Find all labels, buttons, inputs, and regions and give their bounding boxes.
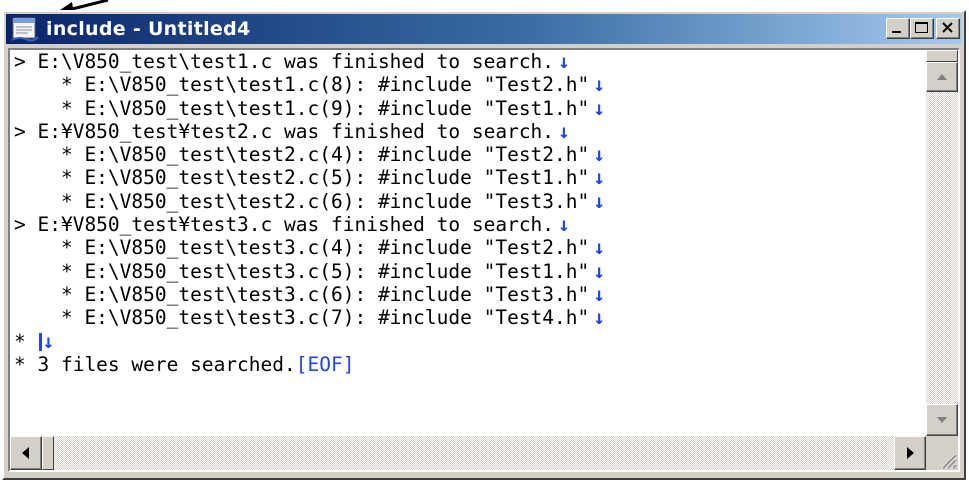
title-bar[interactable]: include - Untitled4 [6, 14, 962, 44]
resize-grip[interactable] [926, 436, 958, 470]
output-line: * 3 files were searched.[EOF] [14, 352, 355, 376]
newline-icon: ↓ [593, 166, 606, 190]
output-line: * E:\V850_test\test2.c(4): #include "Tes… [14, 143, 606, 167]
arrow-right-icon [907, 447, 914, 459]
search-output-text[interactable]: > E:\V850_test\test1.c was finished to s… [10, 50, 926, 436]
newline-icon: ↓ [558, 119, 570, 143]
output-pane: > E:\V850_test\test1.c was finished to s… [8, 48, 960, 472]
close-icon [942, 22, 953, 33]
newline-icon: ↓ [593, 96, 606, 120]
newline-icon: ↓ [558, 50, 570, 73]
newline-icon: ↓ [593, 282, 606, 306]
include-window: include - Untitled4 > E:\V850_test\test1… [2, 10, 966, 480]
newline-icon: ↓ [593, 306, 606, 330]
scroll-right-button[interactable] [894, 436, 926, 470]
vertical-scroll-thumb[interactable] [926, 50, 958, 62]
horizontal-scroll-thumb[interactable] [42, 436, 54, 470]
output-line: * ↓ [14, 329, 55, 353]
newline-icon: ↓ [593, 259, 606, 283]
output-line: * E:\V850_test\test3.c(6): #include "Tes… [14, 282, 606, 306]
output-line: > E:¥V850_test¥test2.c was finished to s… [14, 119, 570, 143]
newline-icon: ↓ [593, 189, 606, 213]
output-line: * E:\V850_test\test3.c(5): #include "Tes… [14, 259, 606, 283]
scroll-down-button[interactable] [926, 404, 958, 436]
maximize-icon [915, 22, 928, 33]
output-line: * E:\V850_test\test2.c(6): #include "Tes… [14, 189, 606, 213]
resize-grip-icon [941, 453, 957, 469]
notepad-app-icon[interactable] [10, 16, 40, 42]
minimize-button[interactable] [886, 18, 910, 39]
window-controls [886, 18, 960, 39]
output-line: > E:¥V850_test¥test3.c was finished to s… [14, 213, 570, 237]
minimize-icon [892, 31, 901, 33]
newline-icon: ↓ [593, 143, 606, 167]
output-line: * E:\V850_test\test3.c(4): #include "Tes… [14, 236, 606, 260]
window-title: include - Untitled4 [46, 18, 251, 40]
newline-icon: ↓ [593, 73, 606, 97]
output-line: * E:\V850_test\test3.c(7): #include "Tes… [14, 306, 606, 330]
scroll-left-button[interactable] [10, 436, 42, 470]
vertical-scrollbar[interactable] [926, 50, 958, 436]
scroll-up-button[interactable] [926, 62, 958, 92]
close-button[interactable] [936, 18, 960, 39]
output-line: * E:\V850_test\test2.c(5): #include "Tes… [14, 166, 606, 190]
output-line: * E:\V850_test\test1.c(9): #include "Tes… [14, 96, 606, 120]
arrow-down-icon [937, 417, 947, 423]
eof-marker: [EOF] [295, 352, 355, 376]
horizontal-scrollbar[interactable] [10, 436, 926, 470]
output-line: > E:\V850_test\test1.c was finished to s… [14, 50, 570, 73]
arrow-left-icon [22, 447, 29, 459]
arrow-up-icon [937, 74, 947, 80]
output-line: * E:\V850_test\test1.c(8): #include "Tes… [14, 73, 606, 97]
newline-icon: ↓ [42, 329, 55, 353]
maximize-button[interactable] [910, 18, 934, 39]
newline-icon: ↓ [593, 236, 606, 260]
newline-icon: ↓ [558, 213, 570, 237]
